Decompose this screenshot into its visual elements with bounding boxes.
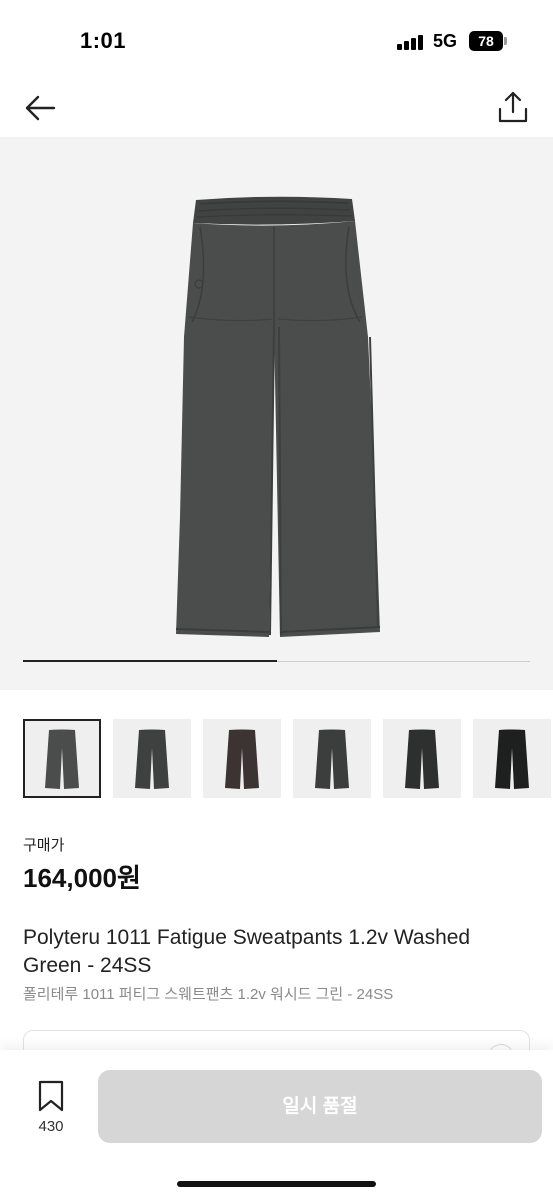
thumbnail-6[interactable] [473,719,551,798]
signal-icon [397,34,425,50]
product-title-en: Polyteru 1011 Fatigue Sweatpants 1.2v Wa… [23,926,471,977]
sold-out-button[interactable]: 일시 품절 [98,1070,542,1143]
wish-button[interactable]: 430 [26,1080,78,1140]
wish-count: 430 [38,1118,64,1135]
share-button[interactable] [492,86,534,128]
price-value: 164,000원 [23,863,141,893]
thumbnail-5[interactable] [383,719,461,798]
image-progress-fill [23,660,277,662]
sweatpants-thumbnail [225,729,259,789]
share-icon [498,91,528,123]
thumbnail-3[interactable] [203,719,281,798]
bottom-action-bar: 430 일시 품절 [0,1050,553,1200]
price-label: 구매가 [23,837,65,854]
sweatpants-thumbnail [495,729,529,789]
home-indicator [177,1181,376,1187]
battery-icon: 78 [469,31,503,51]
thumbnail-4[interactable] [293,719,371,798]
sweatpants-thumbnail [405,729,439,789]
status-bar: 1:01 5G 78 [0,0,553,80]
thumbnail-2[interactable] [113,719,191,798]
sweatpants-thumbnail [135,729,169,789]
bookmark-icon [38,1080,64,1112]
product-image[interactable] [0,137,553,690]
arrow-left-icon [25,95,56,121]
nav-bar [0,80,553,136]
thumbnail-strip[interactable] [23,719,553,799]
network-type: 5G [433,31,458,51]
sweatpants-thumbnail [45,729,79,789]
battery-tip [504,37,507,45]
back-button[interactable] [20,90,60,126]
sweatpants-thumbnail [315,729,349,789]
thumbnail-1[interactable] [23,719,101,798]
product-title-ko: 폴리테루 1011 퍼티그 스웨트팬츠 1.2v 워시드 그린 - 24SS [23,986,394,1003]
image-progress-track [23,660,530,662]
sweatpants-image [175,196,381,637]
status-time: 1:01 [80,28,127,53]
